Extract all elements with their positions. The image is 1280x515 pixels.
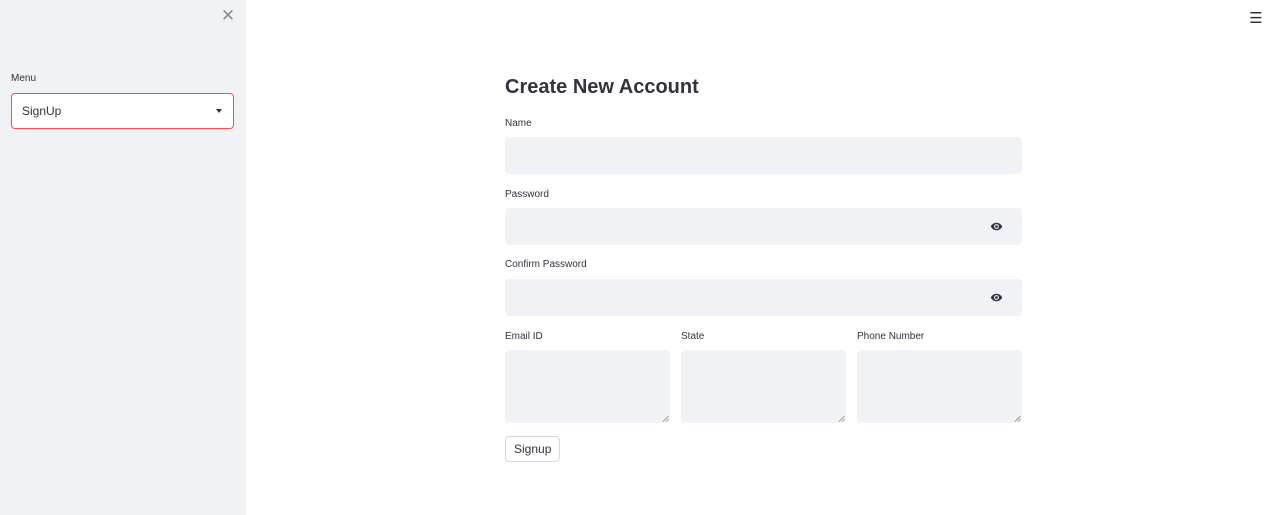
- show-confirm-password-eye-icon[interactable]: [990, 291, 1003, 304]
- email-textarea[interactable]: [505, 350, 670, 423]
- name-label: Name: [505, 118, 532, 129]
- name-input[interactable]: [505, 137, 1022, 174]
- close-icon[interactable]: ✕: [219, 7, 237, 25]
- sidebar: ✕ Menu SignUp: [0, 0, 246, 515]
- phone-label: Phone Number: [857, 331, 925, 342]
- chevron-down-icon: [216, 109, 222, 113]
- confirm-password-label: Confirm Password: [505, 259, 587, 270]
- password-input[interactable]: [505, 208, 1022, 245]
- hamburger-icon[interactable]: ☰: [1248, 11, 1264, 27]
- resize-grip-icon[interactable]: [1014, 415, 1021, 422]
- resize-grip-icon[interactable]: [838, 415, 845, 422]
- menu-label: Menu: [11, 73, 37, 84]
- state-textarea[interactable]: [681, 350, 846, 423]
- confirm-password-input[interactable]: [505, 279, 1022, 316]
- menu-select-value: SignUp: [22, 104, 62, 118]
- menu-select[interactable]: SignUp: [11, 93, 234, 129]
- phone-textarea[interactable]: [857, 350, 1022, 423]
- state-label: State: [681, 331, 705, 342]
- signup-button[interactable]: Signup: [505, 436, 561, 462]
- email-label: Email ID: [505, 331, 543, 342]
- show-password-eye-icon[interactable]: [990, 220, 1003, 233]
- password-label: Password: [505, 189, 549, 200]
- page-title: Create New Account: [505, 76, 699, 98]
- resize-grip-icon[interactable]: [662, 415, 669, 422]
